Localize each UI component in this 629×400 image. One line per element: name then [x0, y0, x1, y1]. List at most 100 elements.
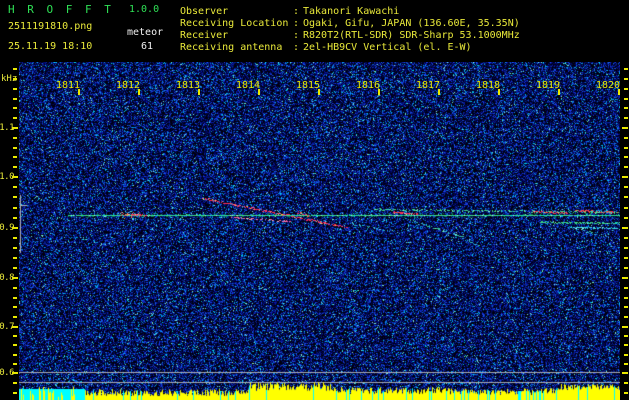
freq-tick-left [13, 78, 17, 80]
freq-tick-right [622, 127, 628, 129]
freq-tick-right [624, 335, 628, 338]
freq-tick-left [13, 286, 17, 289]
time-tick [378, 89, 380, 95]
echo-count: 61 [141, 41, 154, 52]
station-label: Receiving antenna [180, 42, 283, 53]
freq-tick-right [624, 296, 628, 299]
freq-tick-right [624, 196, 628, 199]
freq-tick-right [624, 186, 628, 189]
freq-tick-right [624, 107, 628, 109]
freq-tick-left [13, 296, 17, 299]
file-name: 2511191810.png [8, 21, 93, 32]
freq-tick-right [624, 146, 628, 149]
freq-tick-left [13, 186, 17, 189]
freq-tick-right [624, 306, 628, 309]
freq-tick-left [13, 344, 17, 347]
freq-tick-left [12, 372, 18, 374]
freq-tick-left [13, 237, 17, 239]
freq-tick-right [624, 166, 628, 169]
station-row: Receiving Location: Ogaki, Gifu, JAPAN (1… [180, 18, 520, 30]
freq-tick-right [624, 68, 628, 70]
freq-tick-left [13, 306, 17, 309]
freq-tick-left [13, 216, 17, 219]
freq-tick-right [624, 206, 628, 209]
freq-tick-right [622, 176, 628, 178]
freq-tick-right [624, 353, 628, 356]
freq-tick-right [624, 156, 628, 159]
freq-tick-left [13, 382, 17, 384]
station-info: Observer: Takanori Kawachi Receiving Locat… [180, 6, 520, 54]
freq-tick-right [624, 286, 628, 289]
freq-tick-left [13, 267, 17, 269]
station-label: Observer [180, 6, 229, 17]
freq-tick-left [13, 392, 17, 394]
freq-tick-right [624, 237, 628, 239]
freq-tick-right [624, 247, 628, 249]
station-row: Receiving antenna:2el-HB9CV Vertical (el… [180, 42, 520, 54]
freq-tick-left [13, 316, 17, 319]
time-tick [138, 89, 140, 95]
freq-tick-left [12, 127, 18, 129]
freq-tick-right [624, 344, 628, 347]
freq-tick-left [12, 277, 18, 279]
time-tick [258, 89, 260, 95]
freq-tick-right [624, 78, 628, 80]
freq-tick-left [13, 88, 17, 90]
app-title: H R O F F T [8, 3, 114, 16]
station-colon: : [293, 18, 300, 29]
station-colon: : [293, 6, 300, 17]
time-tick [198, 89, 200, 95]
freq-tick-left [13, 335, 17, 338]
freq-tick-right [624, 267, 628, 269]
freq-tick-right [622, 277, 628, 279]
freq-tick-left [12, 227, 18, 229]
freq-tick-right [622, 372, 628, 374]
freq-tick-left [13, 117, 17, 119]
freq-tick-left [13, 362, 17, 365]
time-tick [78, 89, 80, 95]
hrofft-screen: H R O F F T 1.0.0 2511191810.png meteor … [0, 0, 629, 400]
freq-tick-right [624, 257, 628, 259]
freq-tick-left [13, 196, 17, 199]
freq-tick-right [624, 88, 628, 90]
app-version: 1.0.0 [129, 4, 160, 15]
freq-tick-right [624, 136, 628, 139]
freq-tick-right [622, 227, 628, 229]
time-tick [558, 89, 560, 95]
freq-tick-left [13, 146, 17, 149]
station-colon: : [293, 42, 300, 53]
freq-tick-left [13, 136, 17, 139]
station-value: Ogaki, Gifu, JAPAN (136.60E, 35.35N) [303, 18, 520, 29]
freq-tick-left [13, 156, 17, 159]
time-tick [318, 89, 320, 95]
spectrogram-canvas [19, 62, 620, 400]
freq-tick-right [624, 98, 628, 100]
time-tick [498, 89, 500, 95]
time-tick [438, 89, 440, 95]
freq-tick-left [13, 98, 17, 100]
freq-tick-left [12, 326, 18, 328]
freq-tick-left [13, 353, 17, 356]
freq-tick-right [624, 316, 628, 319]
freq-tick-right [624, 392, 628, 394]
freq-tick-left [12, 176, 18, 178]
freq-tick-right [624, 117, 628, 119]
freq-tick-left [13, 206, 17, 209]
station-value: 2el-HB9CV Vertical (el. E-W) [303, 42, 472, 53]
freq-tick-left [13, 68, 17, 70]
freq-tick-right [624, 382, 628, 384]
station-label: Receiving Location [180, 18, 289, 29]
mode-label: meteor [127, 27, 164, 38]
time-tick [618, 89, 620, 95]
freq-tick-right [624, 216, 628, 219]
station-row: Observer: Takanori Kawachi [180, 6, 520, 18]
freq-tick-left [13, 247, 17, 249]
freq-tick-left [13, 107, 17, 109]
freq-tick-right [622, 326, 628, 328]
station-row: Receiver: R820T2(RTL-SDR) SDR-Sharp 53.10… [180, 30, 520, 42]
datetime: 25.11.19 18:10 [8, 41, 93, 52]
station-value: R820T2(RTL-SDR) SDR-Sharp 53.1000MHz [303, 30, 520, 41]
spectrogram-panel: kHz 1.1 1.0 0.9 0.8 0.7 0.6 1811 1812 1813 1814 1… [0, 62, 629, 400]
freq-tick-right [624, 362, 628, 365]
freq-tick-left [13, 166, 17, 169]
